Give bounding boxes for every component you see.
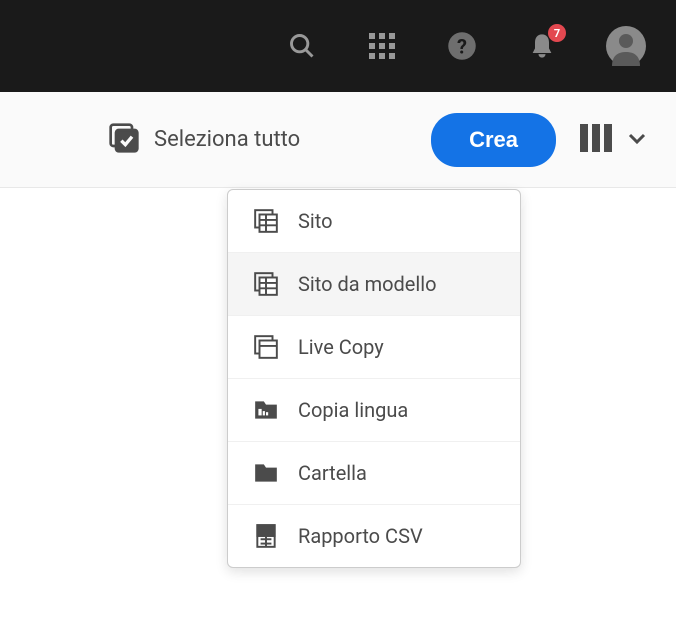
live-copy-icon: [252, 333, 280, 361]
chevron-down-icon: [628, 130, 646, 149]
dropdown-item-csv-report[interactable]: Rapporto CSV: [228, 505, 520, 567]
dropdown-item-live-copy[interactable]: Live Copy: [228, 316, 520, 379]
top-bar: ? 7: [0, 0, 676, 92]
dropdown-item-label: Sito: [298, 209, 333, 233]
column-view-icon: [580, 124, 616, 156]
notifications-icon[interactable]: 7: [526, 30, 558, 62]
dropdown-item-language-copy[interactable]: Copia lingua: [228, 379, 520, 442]
folder-icon: [252, 459, 280, 487]
site-template-icon: [252, 270, 280, 298]
help-icon[interactable]: ?: [446, 30, 478, 62]
dropdown-item-label: Cartella: [298, 461, 367, 485]
create-button[interactable]: Crea: [431, 113, 556, 167]
dropdown-item-label: Copia lingua: [298, 398, 408, 422]
apps-icon[interactable]: [366, 30, 398, 62]
action-bar: Seleziona tutto Crea: [0, 92, 676, 188]
select-all-icon: [108, 122, 140, 158]
language-copy-icon: [252, 396, 280, 424]
dropdown-item-label: Live Copy: [298, 335, 384, 359]
dropdown-item-label: Rapporto CSV: [298, 524, 423, 548]
view-switcher[interactable]: [580, 124, 646, 156]
dropdown-item-folder[interactable]: Cartella: [228, 442, 520, 505]
site-icon: [252, 207, 280, 235]
csv-report-icon: [252, 522, 280, 550]
dropdown-item-site[interactable]: Sito: [228, 190, 520, 253]
create-dropdown: Sito Sito da modello Live Copy: [227, 189, 521, 568]
select-all-label: Seleziona tutto: [154, 127, 300, 152]
dropdown-item-label: Sito da modello: [298, 272, 437, 296]
search-icon[interactable]: [286, 30, 318, 62]
select-all-button[interactable]: Seleziona tutto: [108, 122, 407, 158]
notification-badge: 7: [548, 24, 566, 42]
dropdown-item-site-from-template[interactable]: Sito da modello: [228, 253, 520, 316]
svg-text:?: ?: [457, 35, 467, 59]
avatar[interactable]: [606, 26, 646, 66]
